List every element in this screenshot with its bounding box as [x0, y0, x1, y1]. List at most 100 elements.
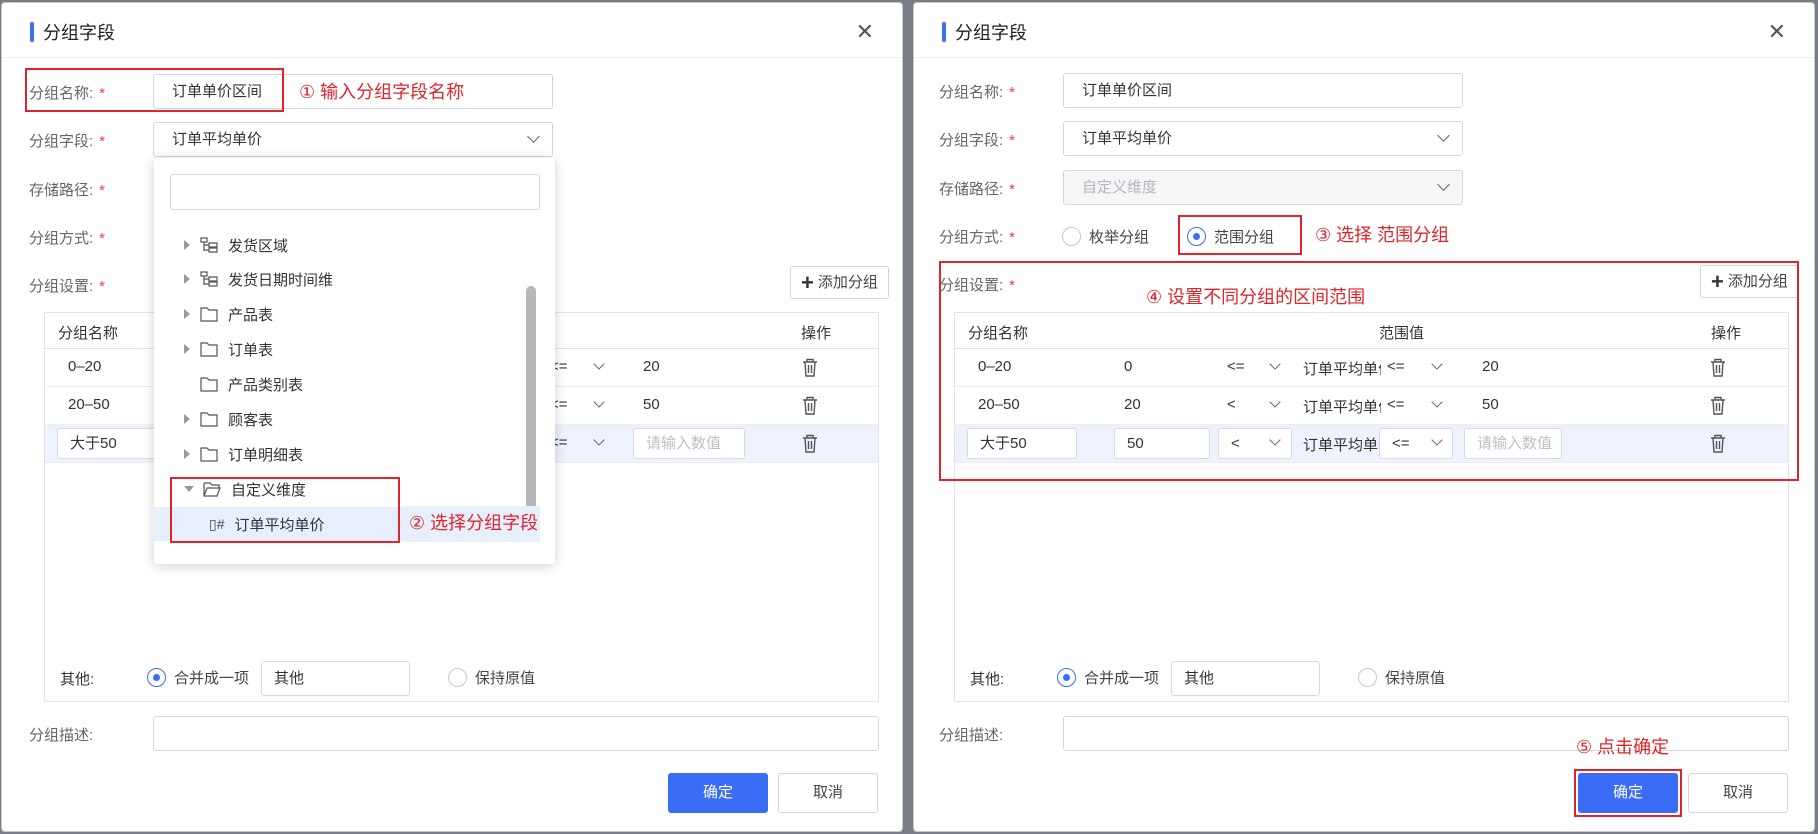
keep-radio-label: 保持原值 — [1385, 670, 1446, 687]
radio-checked-icon — [1057, 668, 1076, 687]
settings-label: 分组设置: * — [29, 278, 106, 295]
radio-checked-icon — [1187, 227, 1206, 246]
header-action: 操作 — [801, 325, 832, 342]
tree-node[interactable]: 自定义维度 — [154, 472, 537, 506]
group-field-select[interactable]: 订单平均单价 — [153, 122, 553, 157]
dialog-title: 分组字段 — [942, 19, 1027, 45]
merge-radio[interactable]: 合并成一项 — [1057, 667, 1159, 688]
tree-node[interactable]: 发货区域 — [154, 228, 537, 262]
name-label: 分组名称: * — [939, 84, 1016, 101]
row-high[interactable]: 20 — [1482, 358, 1499, 375]
add-group-label: 添加分组 — [1727, 273, 1788, 290]
group-table: 分组名称 范围值 操作 0–20 0 <= 订单平均单价 <= 20 20–50… — [954, 312, 1789, 702]
row-name: 20–50 — [68, 396, 110, 413]
storage-path-select: 自定义维度 — [1063, 170, 1463, 205]
folder-icon — [200, 307, 218, 322]
field-label: 分组字段: * — [939, 132, 1016, 149]
header-range: 范围值 — [1379, 325, 1425, 342]
folder-icon — [200, 377, 218, 392]
settings-label: 分组设置: * — [939, 277, 1016, 294]
header-divider — [2, 57, 902, 58]
annotation-5: ⑤ 点击确定 — [1576, 737, 1670, 757]
chevron-down-icon — [593, 358, 605, 370]
row-low-input[interactable]: 50 — [1114, 428, 1210, 459]
tree-node[interactable]: 产品表 — [154, 297, 537, 331]
radio-unchecked-icon — [1062, 227, 1081, 246]
dropdown-scrollbar[interactable] — [526, 286, 536, 511]
row-op2[interactable]: <= — [1387, 396, 1405, 413]
chevron-down-icon — [1431, 396, 1443, 408]
method-label: 分组方式: * — [939, 229, 1016, 246]
range-radio[interactable]: 范围分组 — [1187, 226, 1274, 247]
merge-radio[interactable]: 合并成一项 — [147, 667, 249, 688]
row-high[interactable]: 20 — [643, 358, 660, 375]
merge-value-input[interactable]: 其他 — [261, 661, 410, 696]
row-op2[interactable]: <= — [1387, 358, 1405, 375]
keep-radio[interactable]: 保持原值 — [448, 667, 535, 688]
trash-icon[interactable] — [802, 434, 818, 453]
close-icon[interactable]: ✕ — [1768, 19, 1786, 45]
description-input[interactable] — [1063, 716, 1789, 751]
trash-icon[interactable] — [1710, 358, 1726, 377]
cancel-button[interactable]: 取消 — [1688, 773, 1788, 813]
other-label: 其他: — [60, 671, 95, 688]
merge-value-input[interactable]: 其他 — [1171, 661, 1320, 696]
field-label: 分组字段: * — [29, 133, 106, 150]
name-label: 分组名称: * — [29, 85, 106, 102]
trash-icon[interactable] — [802, 396, 818, 415]
tree-node[interactable]: 订单明细表 — [154, 437, 537, 471]
keep-radio[interactable]: 保持原值 — [1358, 667, 1445, 688]
tree-node[interactable]: 产品类别表 — [154, 367, 537, 401]
row-name: 0–20 — [68, 358, 102, 375]
field-dropdown: 发货区域 发货日期时间维 产品表 订单表 产品类别表 顾客表 订单明细表 自定义… — [154, 158, 555, 564]
row-name: 0–20 — [978, 358, 1012, 375]
folder-icon — [200, 447, 218, 462]
row-op1[interactable]: < — [1227, 396, 1236, 413]
row-high-input[interactable]: 请输入数值 — [1464, 428, 1562, 459]
hierarchy-icon — [200, 271, 218, 287]
row-op2-select[interactable]: <= — [1379, 428, 1453, 459]
enum-radio[interactable]: 枚举分组 — [1062, 226, 1149, 247]
description-input[interactable] — [153, 716, 879, 751]
chevron-down-icon — [1269, 358, 1281, 370]
row-high[interactable]: 50 — [643, 396, 660, 413]
trash-icon[interactable] — [1710, 396, 1726, 415]
path-label: 存储路径: * — [939, 181, 1016, 198]
trash-icon[interactable] — [802, 358, 818, 377]
ok-button[interactable]: 确定 — [1578, 773, 1678, 813]
folder-open-icon — [203, 482, 221, 497]
path-label: 存储路径: * — [29, 182, 106, 199]
row-op1[interactable]: <= — [1227, 358, 1245, 375]
table-row: 大于50 50 < 订单平均单价 <= 请输入数值 — [955, 425, 1788, 463]
add-group-button[interactable]: + 添加分组 — [1700, 265, 1799, 298]
radio-checked-icon — [147, 668, 166, 687]
cancel-button[interactable]: 取消 — [778, 773, 878, 813]
title-accent-bar — [30, 22, 34, 42]
chevron-down-icon — [1431, 358, 1443, 370]
row-name-input[interactable]: 大于50 — [57, 428, 167, 459]
row-low[interactable]: 20 — [1124, 396, 1141, 413]
ok-button[interactable]: 确定 — [668, 773, 768, 813]
group-name-input[interactable]: 订单单价区间 — [1063, 73, 1463, 108]
row-op1-select[interactable]: < — [1218, 428, 1292, 459]
row-low[interactable]: 0 — [1124, 358, 1132, 375]
dialog-title-text: 分组字段 — [43, 23, 115, 43]
dropdown-search-input[interactable] — [170, 174, 540, 210]
row-high[interactable]: 50 — [1482, 396, 1499, 413]
tree-node[interactable]: 顾客表 — [154, 402, 537, 436]
row-high-input[interactable]: 请输入数值 — [633, 428, 745, 459]
close-icon[interactable]: ✕ — [856, 19, 874, 45]
caret-right-icon — [184, 449, 190, 459]
other-label: 其他: — [970, 671, 1005, 688]
table-header: 分组名称 范围值 操作 — [955, 313, 1788, 349]
chevron-down-icon — [1437, 178, 1450, 191]
row-name-input[interactable]: 大于50 — [967, 428, 1077, 459]
chevron-down-icon — [593, 396, 605, 408]
merge-radio-label: 合并成一项 — [1084, 670, 1160, 687]
trash-icon[interactable] — [1710, 434, 1726, 453]
tree-node[interactable]: 订单表 — [154, 332, 537, 366]
add-group-button[interactable]: + 添加分组 — [790, 266, 889, 299]
group-field-select[interactable]: 订单平均单价 — [1063, 121, 1463, 156]
desc-label: 分组描述: — [29, 727, 94, 744]
tree-node[interactable]: 发货日期时间维 — [154, 262, 537, 296]
